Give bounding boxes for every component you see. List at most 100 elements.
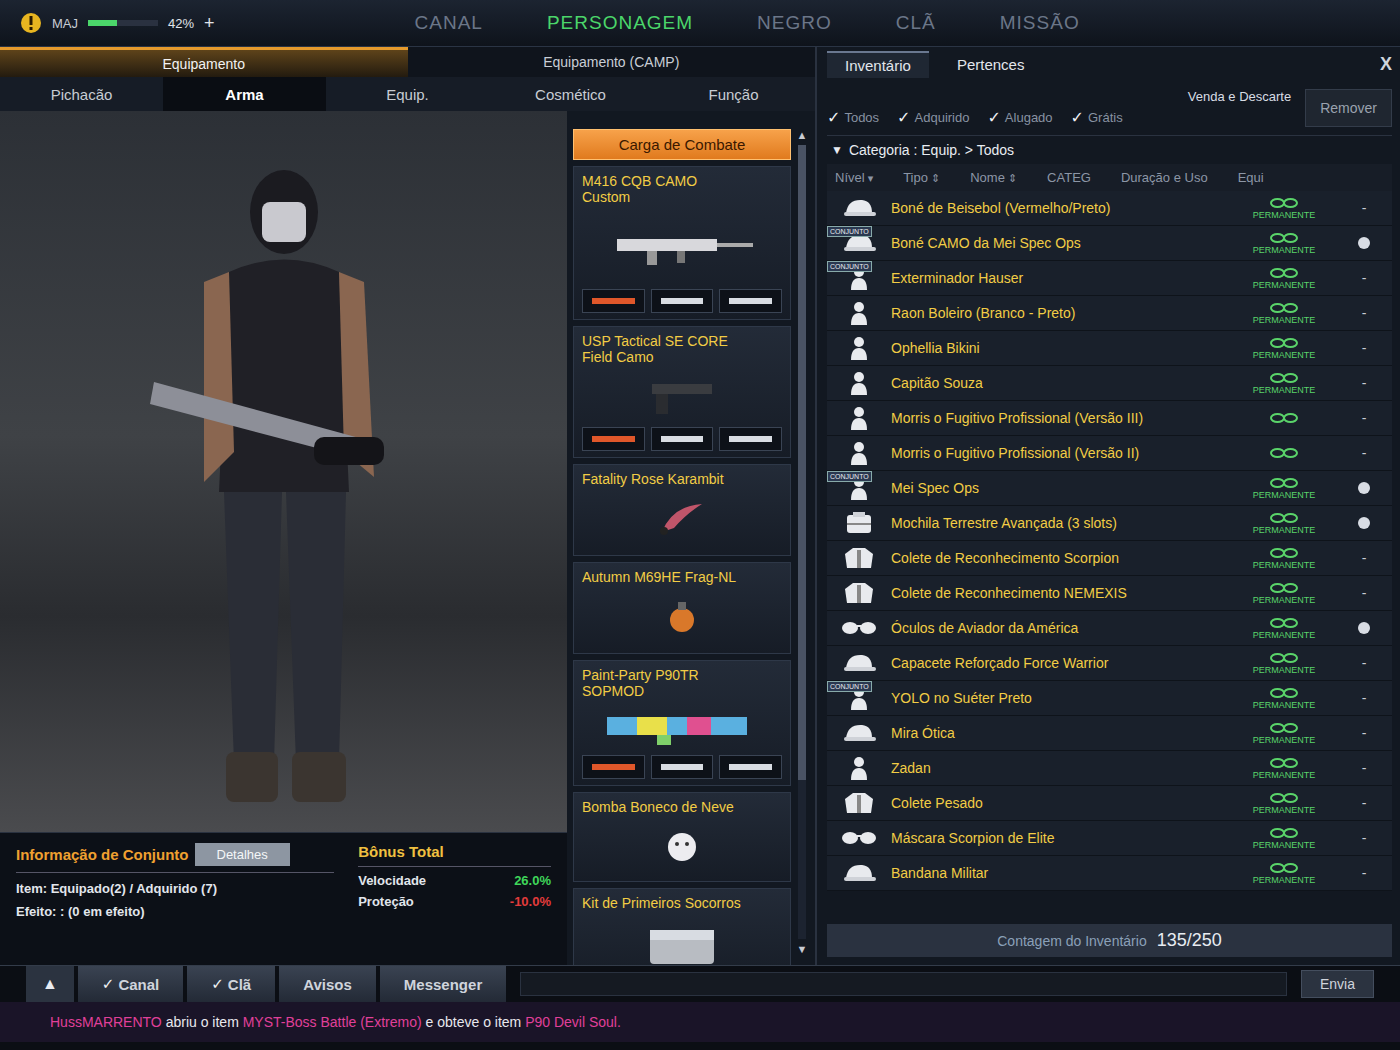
inventory-row[interactable]: CONJUNTOMei Spec OpsPERMANENTE [827, 471, 1392, 506]
attachment-slot[interactable] [582, 289, 645, 313]
inventory-row[interactable]: ZadanPERMANENTE- [827, 751, 1392, 786]
chat-tab[interactable]: Messenger [380, 966, 506, 1002]
bonus-title: Bônus Total [358, 843, 551, 867]
loadout-scrollbar[interactable]: ▲▼ [795, 129, 809, 955]
chat-collapse-button[interactable]: ▲ [26, 966, 74, 1002]
scroll-down-button[interactable]: ▼ [797, 943, 808, 955]
inventory-row[interactable]: CONJUNTOBoné CAMO da Mei Spec OpsPERMANE… [827, 226, 1392, 261]
equipped-dot [1358, 622, 1370, 634]
equipment-tab[interactable]: Equipamento [0, 47, 408, 77]
equipment-tab[interactable]: Equipamento (CAMP) [408, 47, 816, 77]
attachment-slot[interactable] [582, 755, 645, 779]
filter-checkbox[interactable]: ✓Adquirido [897, 108, 969, 127]
inventory-row[interactable]: Morris o Fugitivo Profissional (Versão I… [827, 436, 1392, 471]
attachment-slot[interactable] [651, 427, 714, 451]
equipment-subtab[interactable]: Cosmético [489, 77, 652, 111]
rifle-icon [607, 227, 757, 267]
column-header[interactable]: Nível▾ [835, 170, 873, 185]
column-header[interactable]: Equi [1238, 170, 1264, 185]
attachment-slot[interactable] [719, 289, 782, 313]
inventory-row[interactable]: Morris o Fugitivo Profissional (Versão I… [827, 401, 1392, 436]
loadout-item[interactable]: Bomba Boneco de Neve [573, 792, 791, 882]
item-duration: PERMANENTE [1232, 512, 1336, 535]
inventory-row[interactable]: CONJUNTOExterminador HauserPERMANENTE- [827, 261, 1392, 296]
attachment-slot[interactable] [582, 427, 645, 451]
item-duration: PERMANENTE [1232, 267, 1336, 290]
scroll-up-button[interactable]: ▲ [797, 129, 808, 141]
item-name: Morris o Fugitivo Profissional (Versão I… [891, 445, 1232, 461]
loadout-item[interactable]: Fatality Rose Karambit [573, 464, 791, 556]
inventory-row[interactable]: Ophellia BikiniPERMANENTE- [827, 331, 1392, 366]
loadout-title-button[interactable]: Carga de Combate [573, 129, 791, 160]
main-menu: CANAL PERSONAGEM NEGRO CLÃ MISSÃO [415, 12, 1080, 34]
loadout-item[interactable]: USP Tactical SE COREField Camo [573, 326, 791, 458]
item-name: Capitão Souza [891, 375, 1232, 391]
backpack-icon [844, 511, 874, 535]
attachment-slot[interactable] [719, 427, 782, 451]
add-button[interactable]: + [204, 13, 215, 34]
column-header[interactable]: CATEG [1047, 170, 1091, 185]
loadout-panel: Carga de Combate M416 CQB CAMOCustomUSP T… [567, 111, 815, 965]
equipment-subtab[interactable]: Equip. [326, 77, 489, 111]
category-filter[interactable]: ▼Categoria : Equip. > Todos [827, 135, 1392, 164]
item-name: Zadan [891, 760, 1232, 776]
inventory-row[interactable]: Colete de Reconhecimento ScorpionPERMANE… [827, 541, 1392, 576]
inventory-row[interactable]: Boné de Beisebol (Vermelho/Preto)PERMANE… [827, 191, 1392, 226]
remove-button[interactable]: Remover [1305, 89, 1392, 127]
filter-checkbox[interactable]: ✓Todos [827, 108, 879, 127]
column-header[interactable]: Tipo⇕ [903, 170, 940, 185]
not-equipped-mark: - [1362, 795, 1367, 811]
character-icon [848, 406, 870, 430]
menu-item[interactable]: PERSONAGEM [547, 12, 693, 34]
inventory-list: Boné de Beisebol (Vermelho/Preto)PERMANE… [827, 191, 1392, 918]
menu-item[interactable]: CANAL [415, 12, 483, 34]
inventory-row[interactable]: Máscara Scorpion de ElitePERMANENTE- [827, 821, 1392, 856]
equipment-subtab[interactable]: Pichacão [0, 77, 163, 111]
loadout-item[interactable]: Autumn M69HE Frag-NL [573, 562, 791, 654]
item-name: Capacete Reforçado Force Warrior [891, 655, 1232, 671]
details-button[interactable]: Detalhes [195, 843, 290, 866]
smg-icon [597, 707, 767, 747]
inventory-tab[interactable]: Inventário [827, 51, 929, 78]
attachment-slot[interactable] [651, 755, 714, 779]
filter-checkbox[interactable]: ✓Alugado [987, 108, 1052, 127]
loadout-item[interactable]: M416 CQB CAMOCustom [573, 166, 791, 320]
cap-icon [842, 862, 876, 884]
item-name: Óculos de Aviador da América [891, 620, 1232, 636]
not-equipped-mark: - [1362, 340, 1367, 356]
inventory-row[interactable]: Mira ÓticaPERMANENTE- [827, 716, 1392, 751]
inventory-tab[interactable]: Pertences [939, 52, 1043, 77]
chat-tab[interactable]: ✓Clã [187, 966, 275, 1002]
chat-tab[interactable]: Avisos [279, 966, 376, 1002]
inventory-row[interactable]: Óculos de Aviador da AméricaPERMANENTE [827, 611, 1392, 646]
attachment-slot[interactable] [719, 755, 782, 779]
inventory-row[interactable]: Raon Boleiro (Branco - Preto)PERMANENTE- [827, 296, 1392, 331]
inventory-row[interactable]: Capacete Reforçado Force WarriorPERMANEN… [827, 646, 1392, 681]
inventory-row[interactable]: CONJUNTOYOLO no Suéter PretoPERMANENTE- [827, 681, 1392, 716]
infinity-icon [1269, 827, 1299, 839]
column-header[interactable]: Duração e Uso [1121, 170, 1208, 185]
menu-item[interactable]: CLÃ [896, 12, 936, 34]
chat-tab[interactable]: ✓Canal [78, 966, 183, 1002]
loadout-item[interactable]: Paint-Party P90TRSOPMOD [573, 660, 791, 786]
send-button[interactable]: Envia [1301, 970, 1374, 998]
attachment-slot[interactable] [651, 289, 714, 313]
inventory-row[interactable]: Mochila Terrestre Avançada (3 slots)PERM… [827, 506, 1392, 541]
inventory-row[interactable]: Colete PesadoPERMANENTE- [827, 786, 1392, 821]
equipment-subtab[interactable]: Arma [163, 77, 326, 111]
chat-input[interactable] [520, 972, 1287, 996]
inventory-row[interactable]: Capitão SouzaPERMANENTE- [827, 366, 1392, 401]
item-duration: PERMANENTE [1232, 197, 1336, 220]
chat-message: HussMARRENTO abriu o item MYST-Boss Batt… [0, 1002, 1400, 1042]
inventory-row[interactable]: Bandana MilitarPERMANENTE- [827, 856, 1392, 891]
inventory-row[interactable]: Colete de Reconhecimento NEMEXISPERMANEN… [827, 576, 1392, 611]
attachment-slots [582, 427, 782, 451]
column-header[interactable]: Nome⇕ [970, 170, 1017, 185]
equipment-subtab[interactable]: Função [652, 77, 815, 111]
menu-item[interactable]: NEGRO [757, 12, 832, 34]
close-button[interactable]: X [1380, 54, 1392, 75]
filter-checkbox[interactable]: ✓Grátis [1071, 108, 1123, 127]
bonus-panel: Bônus TotalVelocidade26.0%Proteção-10.0% [358, 843, 551, 955]
character-preview[interactable] [0, 111, 567, 832]
menu-item[interactable]: MISSÃO [1000, 12, 1080, 34]
